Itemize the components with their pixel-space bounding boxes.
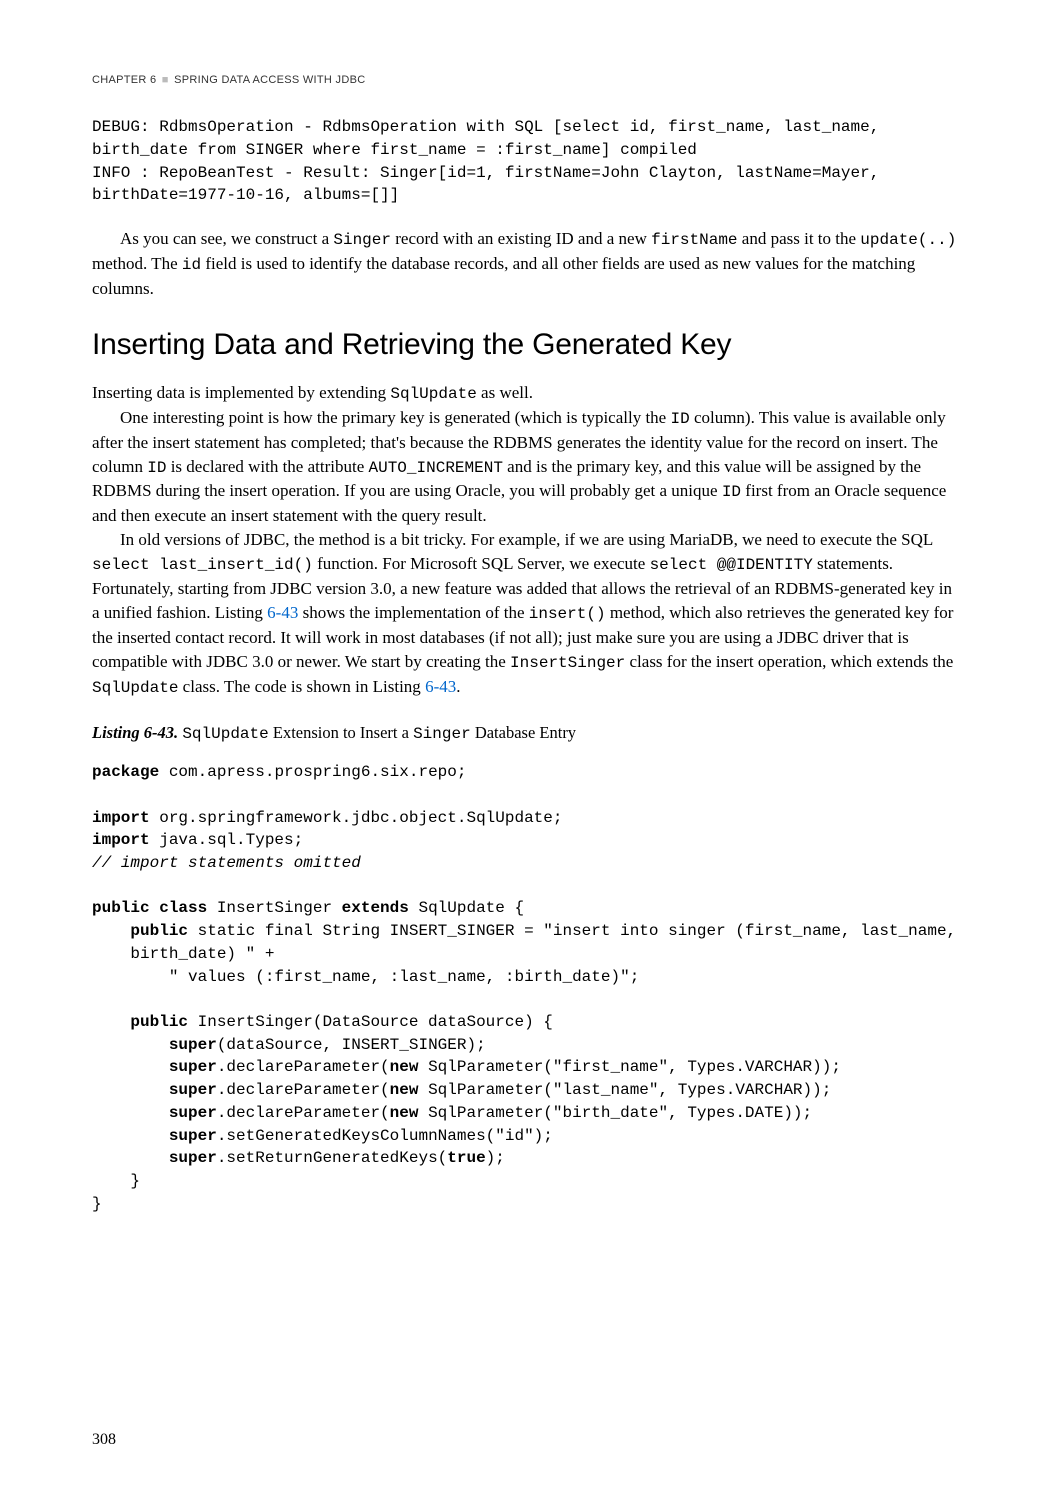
section-heading: Inserting Data and Retrieving the Genera…	[92, 323, 958, 367]
section-body: Inserting data is implemented by extendi…	[92, 381, 958, 699]
page-header: Chapter 6 ■ Spring Data Access with JDBC	[92, 72, 958, 88]
paragraph-1: As you can see, we construct a Singer re…	[92, 227, 958, 301]
listing-link-2[interactable]: 6-43	[425, 677, 456, 696]
page-number: 308	[92, 1428, 116, 1452]
listing-link-1[interactable]: 6-43	[267, 603, 298, 622]
chapter-label: Chapter 6	[92, 74, 156, 86]
listing-label: Listing 6-43.	[92, 723, 178, 742]
chapter-title: Spring Data Access with JDBC	[174, 74, 365, 86]
listing-caption: Listing 6-43. SqlUpdate Extension to Ins…	[92, 721, 958, 747]
code-listing: package com.apress.prospring6.six.repo; …	[92, 761, 958, 1215]
debug-output-block: DEBUG: RdbmsOperation - RdbmsOperation w…	[92, 116, 958, 207]
header-separator: ■	[162, 74, 169, 86]
